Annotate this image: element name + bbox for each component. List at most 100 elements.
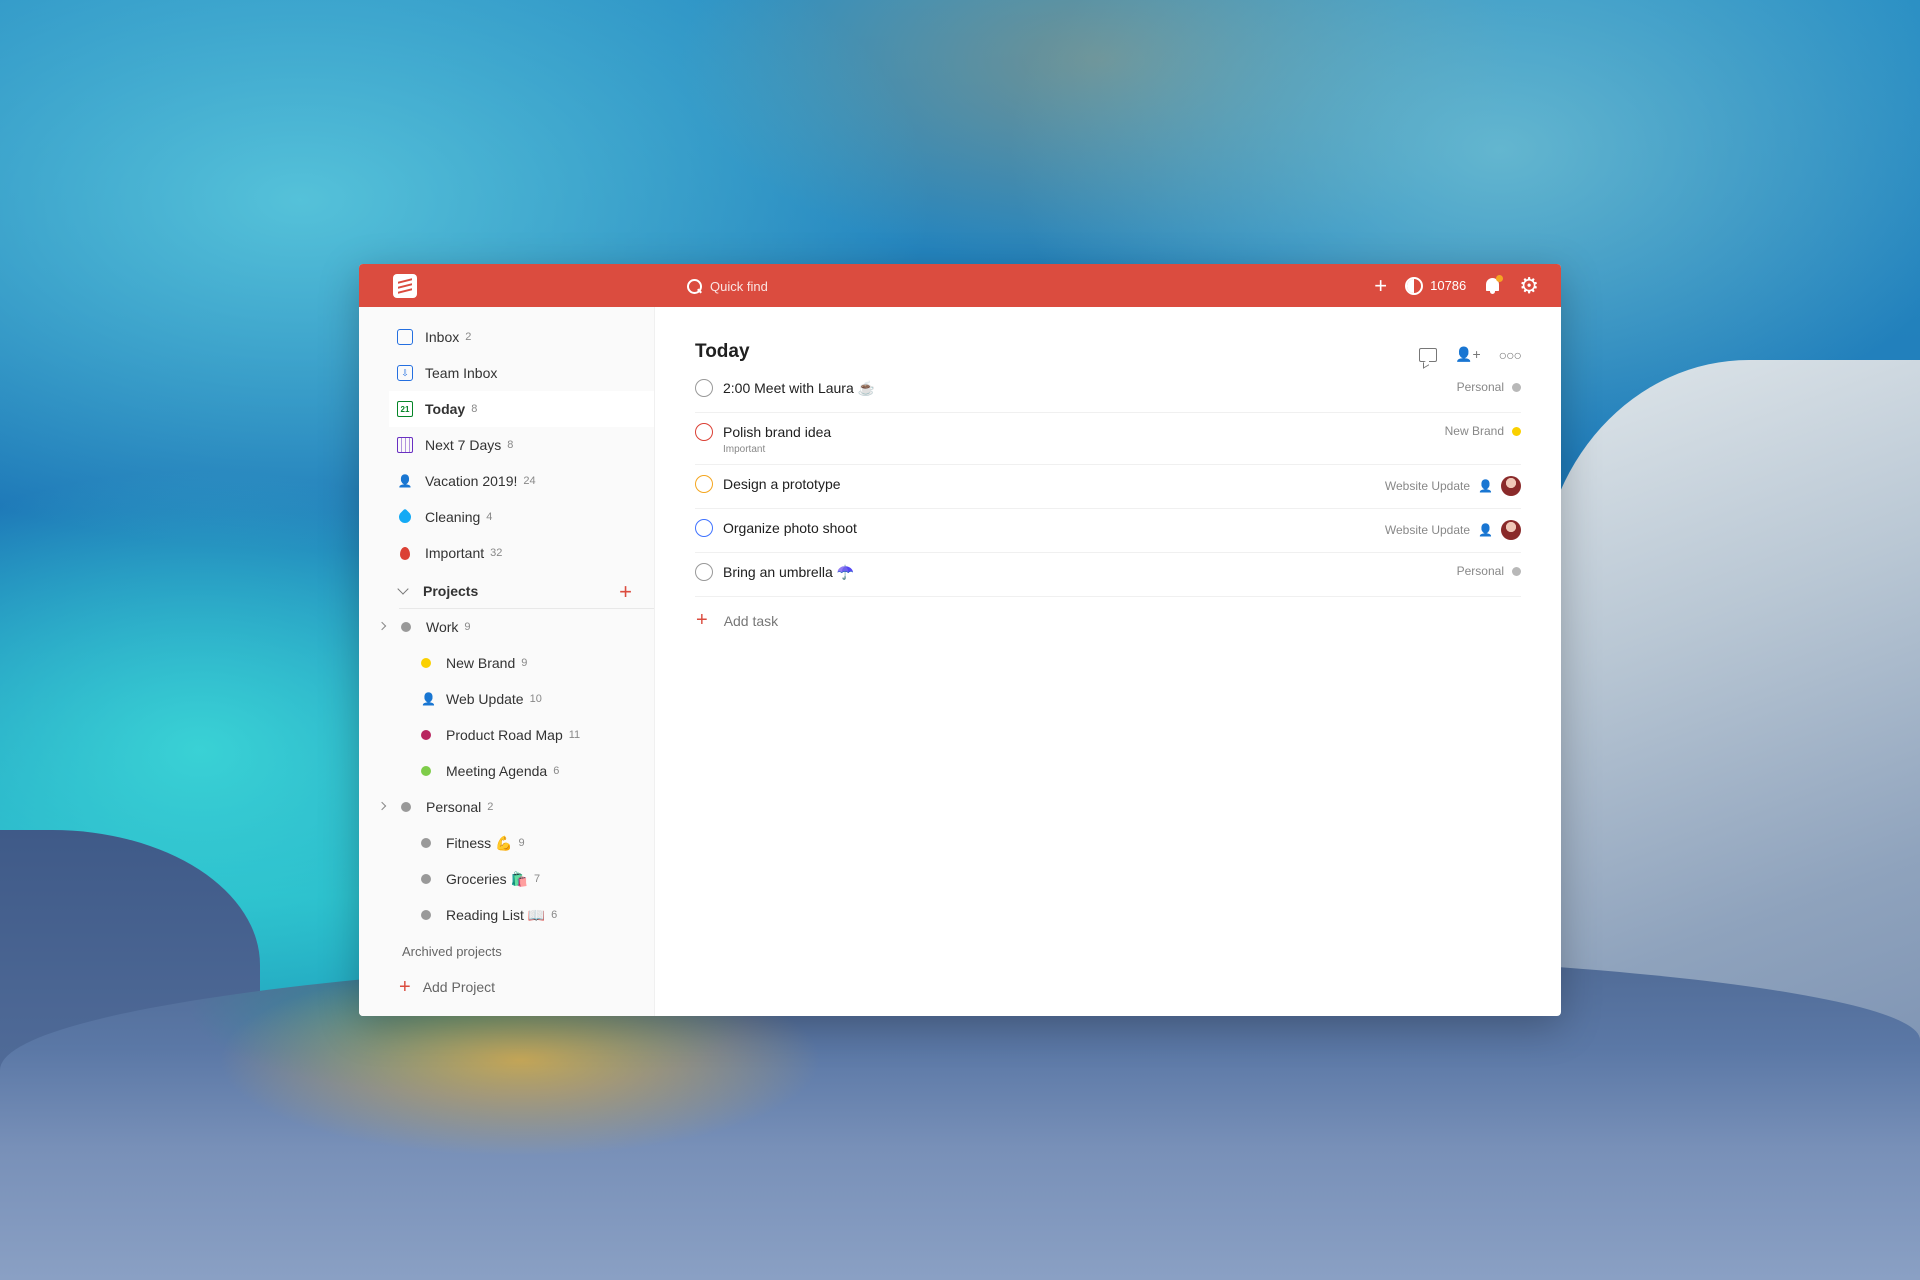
- project-item-work[interactable]: Work 9: [359, 609, 654, 645]
- task-title[interactable]: 2:00 Meet with Laura ☕: [723, 378, 1457, 398]
- task-project-name[interactable]: Personal: [1457, 564, 1504, 578]
- app-logo-icon[interactable]: [393, 274, 417, 298]
- sidebar-item-cleaning[interactable]: Cleaning 4: [359, 499, 654, 535]
- shared-person-icon: 👤: [1478, 479, 1493, 493]
- task-checkbox[interactable]: [695, 423, 713, 441]
- more-options-icon[interactable]: ○○○: [1499, 347, 1522, 363]
- project-item-fitness[interactable]: Fitness 💪 9: [359, 825, 654, 861]
- task-body: Organize photo shoot: [723, 518, 1385, 538]
- inbox-icon: [397, 329, 413, 345]
- add-task-plus-icon[interactable]: +: [1374, 274, 1387, 297]
- project-label: Product Road Map: [446, 727, 563, 743]
- main-header: Today 👤+ ○○○: [695, 317, 1522, 369]
- add-project-plus-icon[interactable]: +: [619, 579, 632, 605]
- top-bar: Quick find + 10786 ⚙: [359, 264, 1561, 307]
- share-person-icon[interactable]: 👤+: [1455, 346, 1481, 363]
- project-color-dot: [401, 622, 411, 632]
- shared-person-icon: 👤: [1478, 523, 1493, 537]
- project-item-product-road-map[interactable]: Product Road Map 11: [359, 717, 654, 753]
- project-item-groceries[interactable]: Groceries 🛍️ 7: [359, 861, 654, 897]
- project-count: 10: [529, 693, 542, 705]
- task-project-name[interactable]: Personal: [1457, 380, 1504, 394]
- task-title[interactable]: Polish brand idea: [723, 422, 1445, 442]
- plus-icon: +: [696, 609, 708, 631]
- project-item-meeting-agenda[interactable]: Meeting Agenda 6: [359, 753, 654, 789]
- project-item-new-brand[interactable]: New Brand 9: [359, 645, 654, 681]
- project-label: Reading List 📖: [446, 906, 546, 923]
- projects-section-header[interactable]: Projects +: [359, 573, 654, 609]
- add-task-button[interactable]: + Add task: [695, 597, 1521, 632]
- sidebar-item-next-7-days[interactable]: Next 7 Days 8: [359, 427, 654, 463]
- main-content: Today 👤+ ○○○ 2:00 Meet with Laura ☕ Perso…: [695, 307, 1522, 1016]
- task-body: 2:00 Meet with Laura ☕: [723, 378, 1457, 398]
- assignee-avatar[interactable]: [1501, 520, 1521, 540]
- projects-heading: Projects: [423, 583, 479, 599]
- calendar-today-icon: 21: [397, 401, 413, 417]
- task-row[interactable]: Bring an umbrella ☂️ Personal: [695, 553, 1521, 597]
- task-checkbox[interactable]: [695, 563, 713, 581]
- chevron-right-icon[interactable]: [377, 621, 387, 631]
- sidebar-item-count: 4: [486, 511, 493, 523]
- task-body: Design a prototype: [723, 474, 1385, 494]
- project-item-web-update[interactable]: 👤 Web Update 10: [359, 681, 654, 717]
- project-color-dot: [421, 658, 431, 668]
- project-label: Meeting Agenda: [446, 763, 548, 779]
- comment-icon[interactable]: [1419, 347, 1438, 362]
- chevron-down-icon[interactable]: [397, 583, 409, 595]
- project-count: 7: [534, 873, 541, 885]
- task-meta: Website Update 👤: [1385, 520, 1521, 540]
- add-project-button[interactable]: + Add Project: [359, 969, 654, 1005]
- sidebar-item-today[interactable]: 21 Today 8: [389, 391, 654, 427]
- search-placeholder: Quick find: [710, 278, 768, 294]
- project-count: 2: [487, 801, 494, 813]
- task-project-name[interactable]: Website Update: [1385, 523, 1470, 537]
- task-row[interactable]: Organize photo shoot Website Update 👤: [695, 509, 1521, 553]
- project-item-reading-list[interactable]: Reading List 📖 6: [359, 897, 654, 933]
- sidebar-item-count: 2: [465, 331, 472, 343]
- todoist-window: Quick find + 10786 ⚙ Inbox 2 ⇩ Team Inbo…: [359, 264, 1561, 1016]
- notifications-bell-icon[interactable]: [1484, 275, 1504, 295]
- project-item-personal[interactable]: Personal 2: [359, 789, 654, 825]
- sidebar-item-count: 24: [523, 475, 536, 487]
- project-count: 6: [551, 909, 558, 921]
- project-color-dot: [1512, 382, 1521, 392]
- sidebar-item-label: Inbox: [425, 329, 460, 345]
- karma-button[interactable]: 10786: [1405, 276, 1466, 295]
- task-project-name[interactable]: Website Update: [1385, 479, 1470, 493]
- task-project-name[interactable]: New Brand: [1445, 424, 1504, 438]
- quick-find-search[interactable]: Quick find: [686, 274, 1006, 298]
- chevron-right-icon[interactable]: [377, 801, 387, 811]
- project-label: New Brand: [446, 655, 516, 671]
- task-checkbox[interactable]: [695, 379, 713, 397]
- sidebar-item-inbox[interactable]: Inbox 2: [359, 319, 654, 355]
- task-title[interactable]: Bring an umbrella ☂️: [723, 562, 1457, 582]
- sidebar-item-label: Cleaning: [425, 509, 481, 525]
- task-checkbox[interactable]: [695, 475, 713, 493]
- archived-projects-link[interactable]: Archived projects: [359, 933, 654, 969]
- task-title[interactable]: Design a prototype: [723, 474, 1385, 494]
- sidebar-item-vacation[interactable]: 👤 Vacation 2019! 24: [359, 463, 654, 499]
- sidebar-item-important[interactable]: Important 32: [359, 535, 654, 571]
- task-checkbox[interactable]: [695, 519, 713, 537]
- task-row[interactable]: Design a prototype Website Update 👤: [695, 465, 1521, 509]
- project-color-dot: [421, 838, 431, 848]
- notification-dot: [1496, 275, 1504, 282]
- sidebar-item-team-inbox[interactable]: ⇩ Team Inbox: [359, 355, 654, 391]
- settings-gear-icon[interactable]: ⚙: [1519, 274, 1539, 297]
- project-color-dot: [421, 910, 431, 920]
- page-title: Today: [695, 341, 750, 362]
- project-color-dot: [421, 766, 431, 776]
- task-row[interactable]: Polish brand idea Important New Brand: [695, 413, 1521, 465]
- assignee-avatar[interactable]: [1501, 476, 1521, 496]
- sidebar-item-label: Team Inbox: [425, 365, 498, 381]
- top-actions: + 10786 ⚙: [1374, 264, 1539, 307]
- project-color-dot: [421, 730, 431, 740]
- sidebar-item-label: Vacation 2019!: [425, 473, 518, 489]
- add-task-label: Add task: [723, 612, 779, 629]
- project-count: 6: [553, 765, 560, 777]
- karma-icon: [1405, 276, 1424, 295]
- task-row[interactable]: 2:00 Meet with Laura ☕ Personal: [695, 369, 1521, 413]
- project-count: 9: [518, 837, 525, 849]
- task-title[interactable]: Organize photo shoot: [723, 518, 1385, 538]
- task-meta: Personal: [1457, 380, 1521, 394]
